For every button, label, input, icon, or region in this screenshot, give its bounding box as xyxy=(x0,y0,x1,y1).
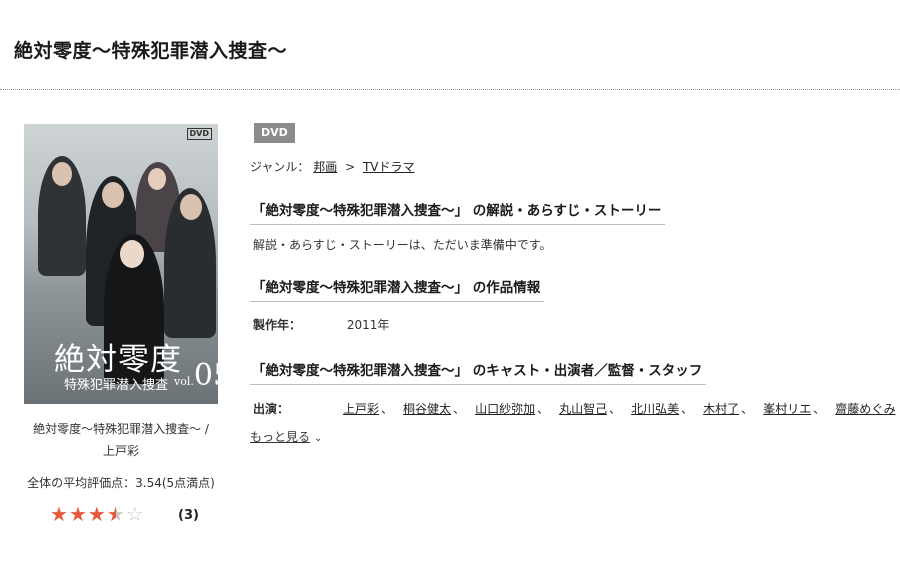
cover-vol-prefix: vol. xyxy=(174,375,194,388)
dvd-logo: DVD xyxy=(186,128,212,140)
cover-subtitle: 特殊犯罪潜入捜査 xyxy=(64,378,169,393)
story-text: 解説・あらすじ・ストーリーは、ただいま準備中です。 xyxy=(253,238,552,252)
cast-member-link[interactable]: 桐谷健太 xyxy=(403,402,451,416)
cover-title: 絶対零度 xyxy=(54,342,182,378)
divider xyxy=(0,89,900,90)
production-year-label: 製作年： xyxy=(253,318,302,332)
cover-face xyxy=(148,168,166,190)
cast-member-link[interactable]: 木村了 xyxy=(703,402,739,416)
breadcrumb-separator: > xyxy=(345,160,356,174)
show-more-label: もっと見る xyxy=(250,430,311,444)
cast-separator: 、 xyxy=(813,402,826,416)
show-more-link[interactable]: もっと見る ⌄ xyxy=(250,428,322,445)
cover-caption: 絶対零度〜特殊犯罪潜入捜査〜 / 上戸彩 xyxy=(24,418,218,462)
caption-title: 絶対零度〜特殊犯罪潜入捜査〜 / xyxy=(33,422,209,436)
cover-vol-number: 05 xyxy=(193,358,218,393)
genre-breadcrumb: ジャンル： 邦画 > TVドラマ xyxy=(250,158,415,175)
cast-separator: 、 xyxy=(453,402,466,416)
cast-heading: 「絶対零度〜特殊犯罪潜入捜査〜」 のキャスト・出演者／監督・スタッフ xyxy=(250,359,707,385)
production-year-row: 製作年： 2011年 xyxy=(253,316,389,333)
caption-actor: 上戸彩 xyxy=(102,444,139,458)
cast-member-link[interactable]: 峯村リエ xyxy=(763,402,811,416)
cast-member-link[interactable]: 丸山智己 xyxy=(559,402,607,416)
story-heading: 「絶対零度〜特殊犯罪潜入捜査〜」 の解説・あらすじ・ストーリー xyxy=(250,199,666,225)
cast-separator: 、 xyxy=(381,402,394,416)
cast-row: 出演： 上戸彩、桐谷健太、山口紗弥加、丸山智己、北川弘美、木村了、峯村リエ、齋藤め… xyxy=(253,400,896,417)
average-rating-text: 全体の平均評価点：3.54(5点満点) xyxy=(27,476,215,490)
cast-member-link[interactable]: 齋藤めぐみ xyxy=(835,402,895,416)
cover-volume: vol.05 xyxy=(174,358,218,393)
star-icon: ★ xyxy=(50,502,68,526)
cover-face xyxy=(52,162,72,186)
dvd-cover-image[interactable]: DVD 絶対零度 特殊犯罪潜入捜査 vol.05 xyxy=(24,124,218,404)
genre-label: ジャンル： xyxy=(250,160,310,174)
page-title: 絶対零度〜特殊犯罪潜入捜査〜 xyxy=(14,40,288,62)
cast-separator: 、 xyxy=(537,402,550,416)
rating-stars: ★ ★ ★ ★ ☆ xyxy=(50,503,145,525)
cover-face xyxy=(180,194,202,220)
page: 絶対零度〜特殊犯罪潜入捜査〜 DVD 絶対零度 特殊犯罪潜入捜査 vol.05 … xyxy=(0,0,900,562)
genre-link-tvdrama[interactable]: TVドラマ xyxy=(363,160,415,174)
star-icon: ☆ xyxy=(125,502,144,526)
cast-member-link[interactable]: 上戸彩 xyxy=(343,402,379,416)
cover-face xyxy=(102,182,124,208)
genre-link-hoga[interactable]: 邦画 xyxy=(313,160,337,174)
production-year-value: 2011年 xyxy=(346,318,390,332)
star-icon: ★ xyxy=(68,502,87,526)
star-icon: ★ xyxy=(87,502,106,526)
chevron-down-icon: ⌄ xyxy=(314,433,323,444)
cast-separator: 、 xyxy=(741,402,754,416)
cast-separator: 、 xyxy=(609,402,622,416)
cast-list: 上戸彩、桐谷健太、山口紗弥加、丸山智己、北川弘美、木村了、峯村リエ、齋藤めぐみ xyxy=(343,402,896,416)
star-icon: ★ xyxy=(106,502,125,526)
cast-label: 出演： xyxy=(253,402,290,416)
cover-face xyxy=(120,240,144,268)
info-heading: 「絶対零度〜特殊犯罪潜入捜査〜」 の作品情報 xyxy=(250,276,545,302)
review-count-link[interactable]: (3) xyxy=(178,508,199,523)
format-badge: DVD xyxy=(254,123,295,143)
cast-separator: 、 xyxy=(681,402,694,416)
cast-member-link[interactable]: 山口紗弥加 xyxy=(475,402,535,416)
cast-member-link[interactable]: 北川弘美 xyxy=(631,402,679,416)
